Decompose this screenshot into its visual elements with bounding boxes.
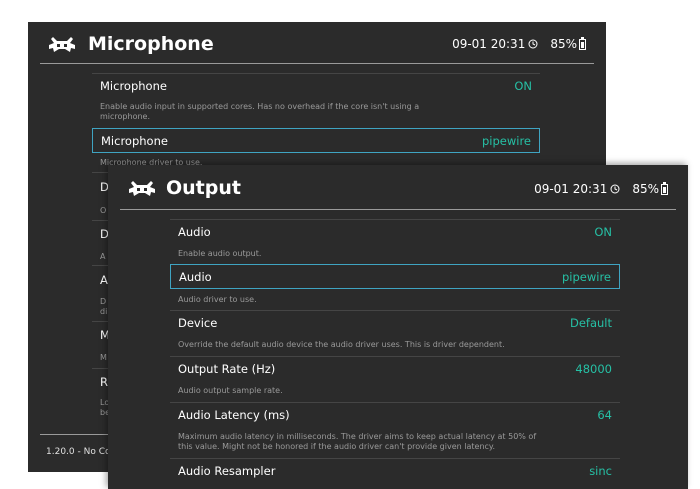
battery-level: 85% <box>550 37 577 51</box>
battery-level: 85% <box>632 182 659 196</box>
setting-value: 64 <box>597 408 612 422</box>
setting-label: R <box>100 375 108 389</box>
header-divider <box>120 209 676 210</box>
status-bar: 09-01 20:31 85% <box>534 181 668 196</box>
version-info: 1.20.0 - No Co <box>46 447 111 457</box>
setting-description: Audio driver to use. <box>178 295 257 304</box>
datetime: 09-01 20:31 <box>452 37 526 51</box>
setting-description: D <box>100 297 107 306</box>
setting-audio-latency[interactable]: Audio Latency (ms) 64 <box>170 402 620 426</box>
header-divider <box>40 63 594 64</box>
setting-label: Device <box>178 316 218 330</box>
setting-audio-driver[interactable]: Audio pipewire <box>170 264 620 289</box>
setting-audio-device[interactable]: Device Default <box>170 310 620 334</box>
setting-label: Audio Resampler <box>178 464 276 478</box>
setting-audio-enable[interactable]: Audio ON <box>170 219 620 243</box>
setting-description: Override the default audio device the au… <box>178 340 505 349</box>
setting-output-rate[interactable]: Output Rate (Hz) 48000 <box>170 356 620 380</box>
setting-description: O <box>100 206 107 215</box>
setting-value: pipewire <box>481 134 531 148</box>
setting-value: sinc <box>589 464 612 478</box>
output-window: Output 09-01 20:31 85% Audio ON Enable a… <box>108 165 688 489</box>
setting-label: Audio <box>179 270 212 284</box>
setting-description: Audio output sample rate. <box>178 386 283 395</box>
retroarch-logo-icon <box>49 37 75 52</box>
clock-icon <box>610 184 620 194</box>
setting-description: Enable audio output. <box>178 249 262 258</box>
setting-label: Microphone <box>100 79 167 93</box>
retroarch-logo-icon <box>129 181 155 196</box>
setting-description: Enable audio input in supported cores. H… <box>100 102 420 121</box>
setting-label: Audio <box>178 225 211 239</box>
setting-microphone-enable[interactable]: Microphone ON <box>92 73 540 97</box>
setting-audio-resampler[interactable]: Audio Resampler sinc <box>170 458 620 482</box>
setting-label: Microphone <box>101 134 168 148</box>
setting-value: pipewire <box>561 270 611 284</box>
setting-value: Default <box>569 316 612 330</box>
clock-icon <box>528 39 538 49</box>
battery-icon <box>661 181 668 195</box>
page-title: Output <box>166 177 241 199</box>
setting-value: ON <box>514 79 532 93</box>
setting-microphone-driver[interactable]: Microphone pipewire <box>92 128 540 153</box>
battery-icon <box>579 36 586 50</box>
page-title: Microphone <box>88 33 214 55</box>
setting-value: 48000 <box>575 362 612 376</box>
setting-value: ON <box>594 225 612 239</box>
setting-description: A <box>100 252 106 261</box>
setting-label: Output Rate (Hz) <box>178 362 276 376</box>
setting-label: A <box>100 273 108 287</box>
setting-description: di <box>100 307 108 316</box>
status-bar: 09-01 20:31 85% <box>452 36 586 51</box>
setting-label: Audio Latency (ms) <box>178 408 290 422</box>
setting-description: M <box>100 353 107 362</box>
datetime: 09-01 20:31 <box>534 182 608 196</box>
setting-description: Maximum audio latency in milliseconds. T… <box>178 432 537 451</box>
